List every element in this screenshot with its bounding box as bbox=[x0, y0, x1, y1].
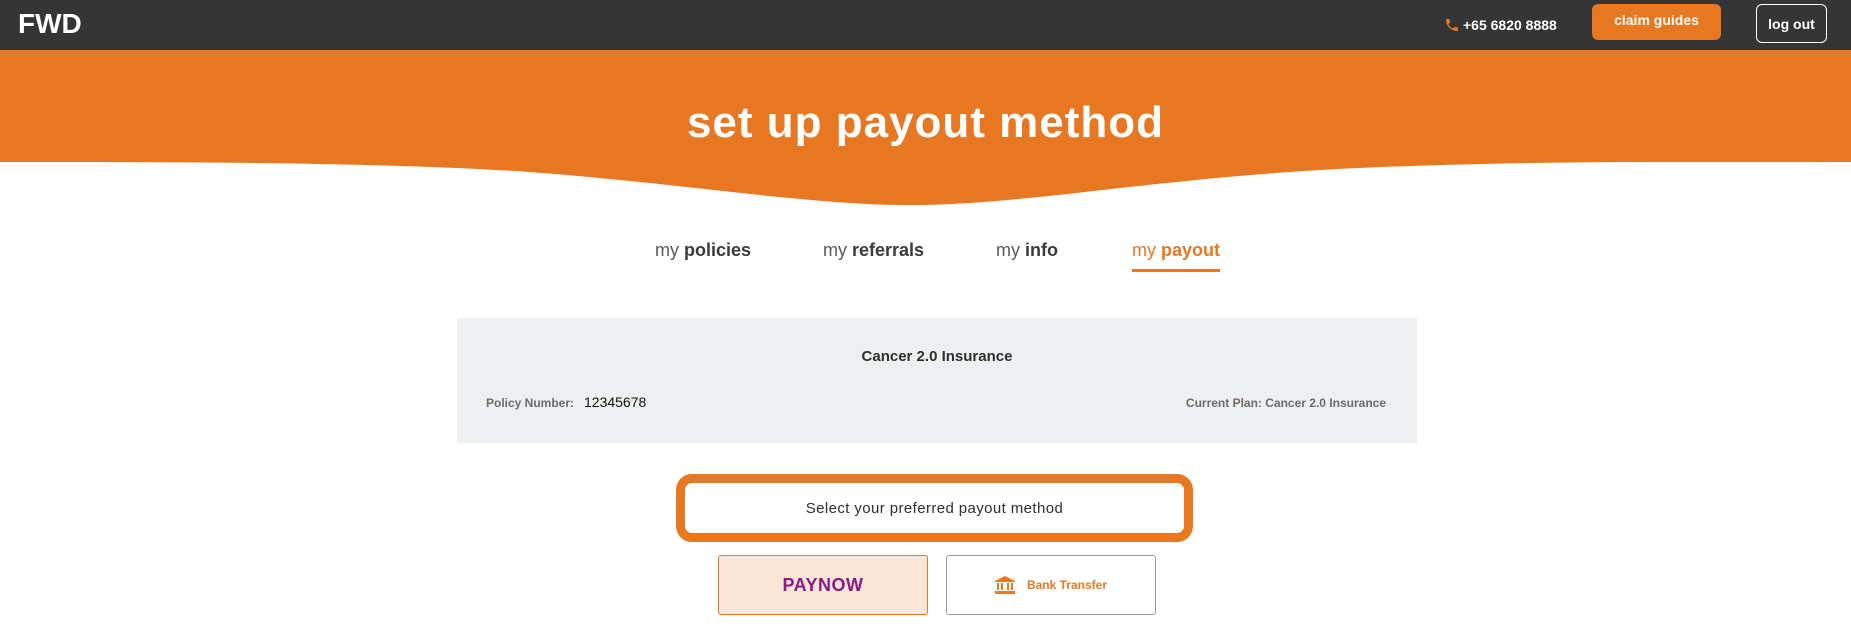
bank-transfer-option-button[interactable]: Bank Transfer bbox=[946, 555, 1156, 615]
policy-number-value: 12345678 bbox=[584, 394, 647, 410]
payout-method-prompt: Select your preferred payout method bbox=[676, 474, 1193, 542]
tab-prefix: my bbox=[1132, 240, 1156, 260]
bank-transfer-content: Bank Transfer bbox=[994, 576, 1108, 594]
tab-label: referrals bbox=[852, 240, 925, 260]
tab-my-info[interactable]: my info bbox=[996, 240, 1058, 272]
claim-guides-button[interactable]: claim guides bbox=[1592, 4, 1721, 40]
paynow-logo-text: PAYNOW bbox=[782, 574, 864, 595]
tab-prefix: my bbox=[655, 240, 679, 260]
payout-prompt-text: Select your preferred payout method bbox=[805, 499, 1064, 517]
paynow-option-button[interactable]: PAYNOW bbox=[718, 555, 928, 615]
policy-number-label: Policy Number: bbox=[486, 396, 575, 410]
policy-card: Cancer 2.0 Insurance Policy Number: 1234… bbox=[457, 318, 1417, 443]
tab-label: payout bbox=[1161, 240, 1221, 260]
current-plan: Current Plan: Cancer 2.0 Insurance bbox=[1185, 396, 1386, 410]
tab-my-referrals[interactable]: my referrals bbox=[823, 240, 924, 272]
top-nav-bar: FWD +65 6820 8888 claim guides log out bbox=[0, 0, 1851, 50]
paynow-logo: PAYNOW bbox=[782, 575, 863, 596]
tab-prefix: my bbox=[823, 240, 847, 260]
tab-label: info bbox=[1025, 240, 1059, 260]
account-tabs: my policies my referrals my info my payo… bbox=[0, 240, 1851, 280]
tab-my-policies[interactable]: my policies bbox=[655, 240, 751, 272]
bank-transfer-label: Bank Transfer bbox=[1026, 578, 1108, 592]
tab-prefix: my bbox=[996, 240, 1020, 260]
page-title: set up payout method bbox=[686, 98, 1165, 147]
logout-button[interactable]: log out bbox=[1756, 4, 1827, 43]
phone-contact[interactable]: +65 6820 8888 bbox=[1444, 13, 1557, 37]
phone-icon bbox=[1446, 19, 1458, 31]
phone-number: +65 6820 8888 bbox=[1463, 17, 1557, 33]
hero-banner: set up payout method bbox=[0, 50, 1851, 212]
fwd-logo[interactable]: FWD bbox=[18, 9, 86, 39]
bank-icon bbox=[994, 576, 1015, 594]
tab-label: policies bbox=[684, 240, 752, 260]
tab-my-payout[interactable]: my payout bbox=[1132, 240, 1221, 272]
logo-text: FWD bbox=[18, 8, 82, 39]
policy-title: Cancer 2.0 Insurance bbox=[861, 348, 1013, 365]
